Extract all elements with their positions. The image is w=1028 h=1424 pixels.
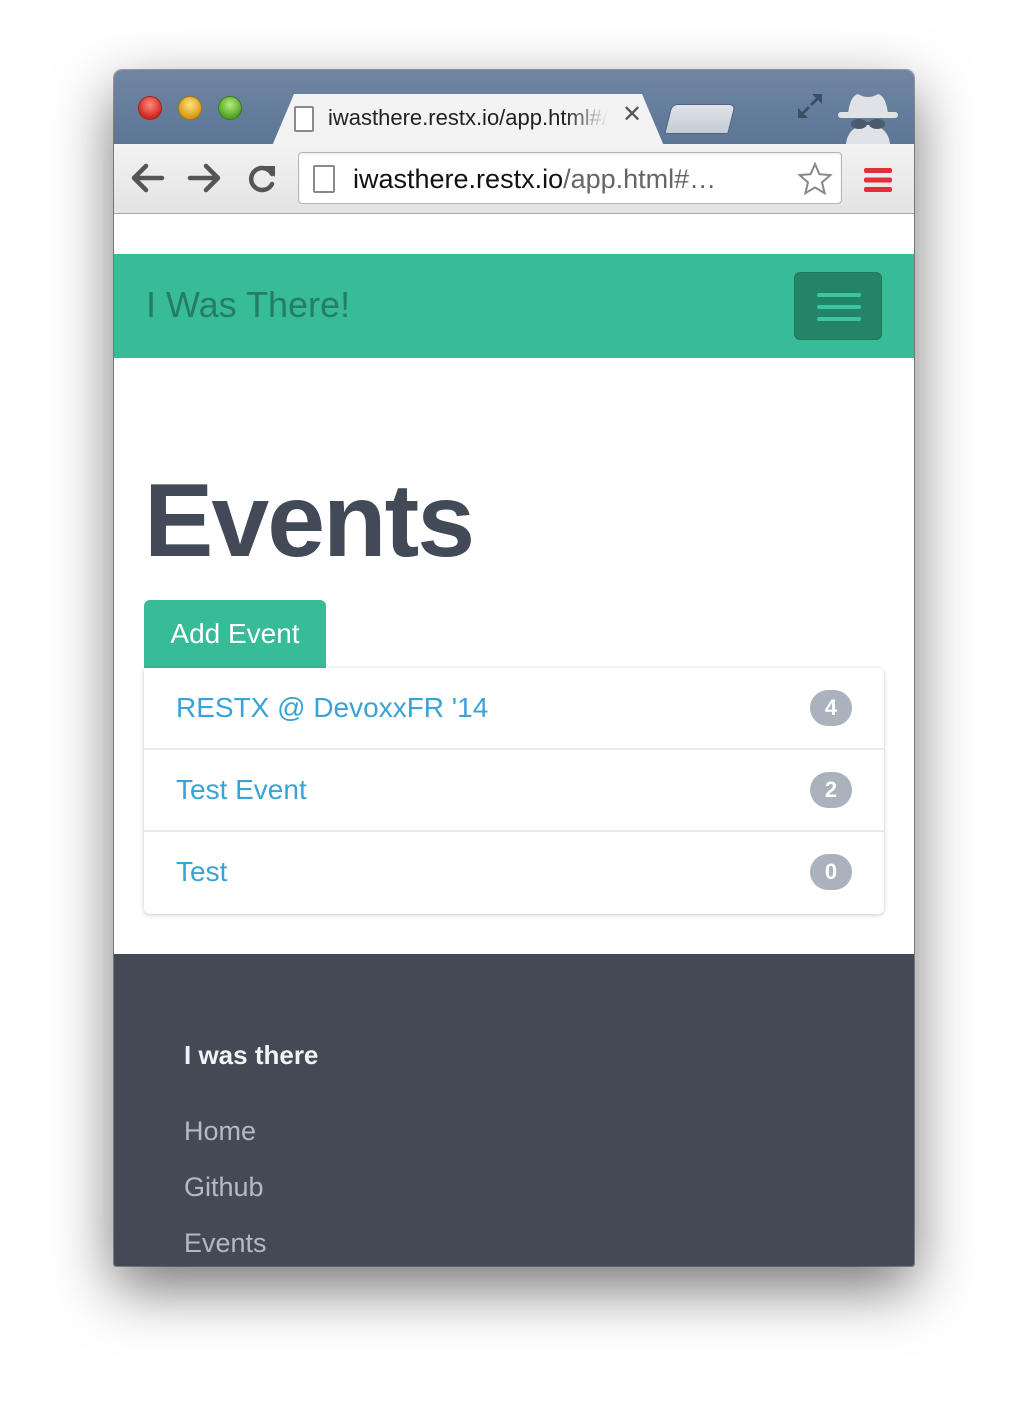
active-tab-content: iwasthere.restx.io/app.html#/events ✕ (292, 94, 652, 144)
footer: I was there Home Github Events (114, 954, 914, 1266)
hamburger-menu-icon[interactable] (862, 166, 894, 194)
url-text[interactable]: iwasthere.restx.io/app.html#… (353, 164, 783, 195)
navbar-brand[interactable]: I Was There! (146, 284, 350, 326)
incognito-icon (838, 94, 898, 144)
event-name[interactable]: RESTX @ DevoxxFR '14 (176, 692, 488, 724)
reload-icon[interactable] (244, 162, 280, 194)
tab-strip: iwasthere.restx.io/app.html#/events ✕ (114, 70, 914, 146)
footer-link-github[interactable]: Github (184, 1172, 264, 1203)
count-badge: 0 (810, 854, 852, 890)
navbar: I Was There! (114, 254, 914, 358)
footer-title: I was there (184, 1040, 319, 1070)
event-name[interactable]: Test (176, 856, 227, 888)
toggle-bar-icon (817, 305, 861, 309)
footer-link-events[interactable]: Events (184, 1228, 267, 1259)
address-bar[interactable]: iwasthere.restx.io/app.html#… (298, 152, 842, 204)
star-icon[interactable] (797, 161, 833, 197)
page-viewport: I Was There! Events Add Event RESTX @ De… (114, 214, 914, 1266)
fullscreen-icon[interactable] (794, 90, 826, 122)
url-path: /app.html#… (563, 164, 717, 194)
event-name[interactable]: Test Event (176, 774, 307, 806)
list-item[interactable]: RESTX @ DevoxxFR '14 4 (144, 668, 884, 750)
url-host: iwasthere.restx.io (353, 164, 564, 194)
forward-arrow-icon[interactable] (186, 162, 222, 194)
list-item[interactable]: Test Event 2 (144, 750, 884, 832)
count-badge: 2 (810, 772, 852, 808)
add-event-button[interactable]: Add Event (144, 600, 326, 668)
page-icon (313, 165, 335, 193)
page-icon (294, 106, 314, 132)
navbar-toggle-button[interactable] (794, 272, 882, 340)
page-title: Events (144, 463, 475, 579)
tab-title: iwasthere.restx.io/app.html#/events (328, 105, 608, 130)
close-window-button[interactable] (138, 96, 162, 120)
count-badge: 4 (810, 690, 852, 726)
footer-link-home[interactable]: Home (184, 1116, 256, 1147)
browser-toolbar: iwasthere.restx.io/app.html#… (114, 144, 914, 214)
toggle-bar-icon (817, 293, 861, 297)
list-item[interactable]: Test 0 (144, 832, 884, 914)
close-icon[interactable]: ✕ (622, 102, 642, 128)
toggle-bar-icon (817, 317, 861, 321)
back-arrow-icon[interactable] (130, 162, 166, 194)
minimize-window-button[interactable] (178, 96, 202, 120)
event-list: RESTX @ DevoxxFR '14 4 Test Event 2 Test… (144, 668, 884, 914)
browser-window: iwasthere.restx.io/app.html#/events ✕ (114, 70, 914, 1266)
zoom-window-button[interactable] (218, 96, 242, 120)
new-tab-button[interactable] (664, 104, 736, 134)
